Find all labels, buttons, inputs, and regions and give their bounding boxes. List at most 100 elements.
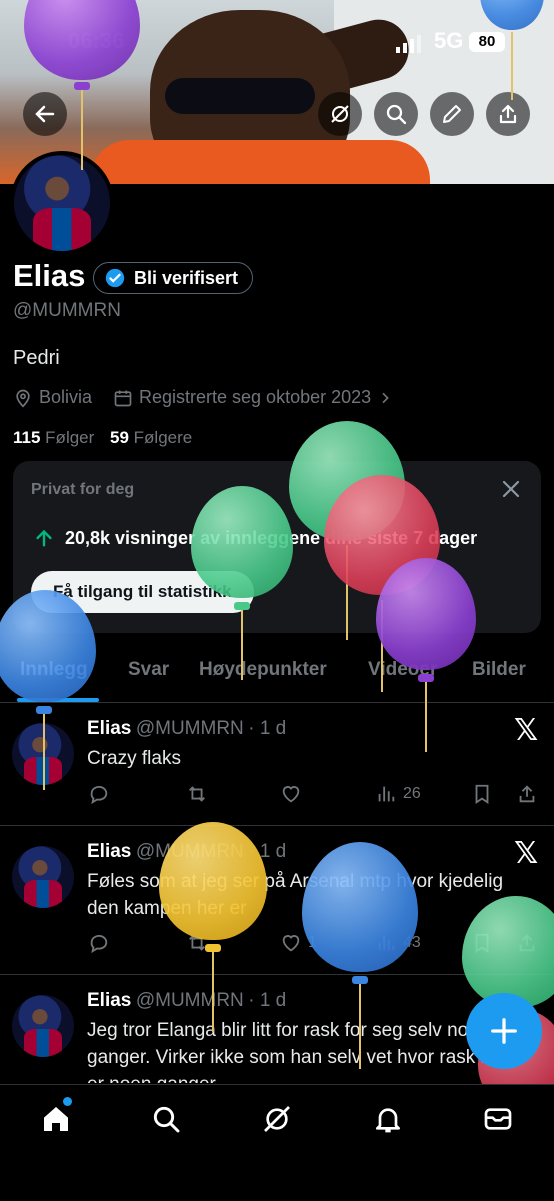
nav-home[interactable] xyxy=(40,1097,72,1135)
verify-button[interactable]: Bli verifisert xyxy=(93,262,254,294)
views-count: 26 xyxy=(403,785,421,802)
tab-highlights[interactable]: Høydepunkter xyxy=(199,659,327,681)
nav-grok[interactable] xyxy=(261,1103,293,1135)
reply-button[interactable] xyxy=(88,932,110,954)
search-icon xyxy=(153,1106,180,1133)
post-time: · 1 d xyxy=(248,718,287,739)
share-icon xyxy=(519,785,535,803)
statistics-button[interactable]: Få tilgang til statistikk xyxy=(31,571,254,613)
like-button[interactable] xyxy=(280,783,302,805)
reply-icon xyxy=(90,785,108,805)
nav-search[interactable] xyxy=(150,1103,182,1135)
profile-bio: Pedri xyxy=(13,347,60,369)
calendar-icon xyxy=(114,390,132,406)
bookmark-button[interactable] xyxy=(471,932,493,954)
share-icon xyxy=(519,934,535,952)
retweet-button[interactable] xyxy=(186,932,208,954)
profile-avatar[interactable] xyxy=(10,151,114,255)
location-text: Bolivia xyxy=(39,387,93,407)
close-icon xyxy=(502,480,520,498)
insights-card: Privat for deg 20,8k visninger av innleg… xyxy=(13,461,541,633)
nav-messages[interactable] xyxy=(482,1103,514,1135)
post-avatar[interactable] xyxy=(12,723,74,785)
retweet-icon xyxy=(189,935,205,951)
search-icon xyxy=(386,104,407,125)
verified-badge-icon xyxy=(105,268,125,288)
plus-icon xyxy=(491,1018,517,1044)
x-logo-icon: 𝕏 xyxy=(514,836,539,871)
close-button[interactable] xyxy=(499,477,523,506)
post-author: Elias xyxy=(87,990,132,1011)
post-time: · 1 d xyxy=(248,841,287,862)
grok-icon xyxy=(264,1106,290,1132)
profile-tabs: Innlegg Svar Høydepunkter Videoer Bilder xyxy=(0,655,554,701)
bell-icon xyxy=(376,1108,400,1133)
verify-label: Bli verifisert xyxy=(134,267,239,288)
like-count: 1 xyxy=(308,934,317,951)
followers-link[interactable]: 59 Følgere xyxy=(110,428,192,448)
grok-icon xyxy=(331,105,349,123)
bottom-tab-bar xyxy=(0,1084,554,1201)
compose-button[interactable] xyxy=(466,993,542,1069)
share-post-button[interactable] xyxy=(516,932,538,954)
nav-notifications[interactable] xyxy=(372,1103,404,1135)
post-handle: @MUMMRN xyxy=(135,718,244,739)
tab-photos[interactable]: Bilder xyxy=(472,659,526,681)
views-count: 43 xyxy=(403,934,421,951)
following-link[interactable]: 115 Følger xyxy=(13,428,94,448)
post-handle: @MUMMRN xyxy=(135,990,244,1011)
reply-button[interactable] xyxy=(88,783,110,805)
retweet-icon xyxy=(189,786,205,802)
post-item[interactable]: Elias @MUMMRN · 1 d 𝕏 Føles som at jeg s… xyxy=(0,826,554,973)
post-text: Føles som at jeg ser på Arsenal mtp hvor… xyxy=(87,871,504,919)
retweet-button[interactable] xyxy=(186,783,208,805)
location-pin-icon xyxy=(16,389,30,408)
followers-count: 59 xyxy=(110,428,129,447)
status-time: 06:36 xyxy=(68,28,125,53)
post-avatar[interactable] xyxy=(12,846,74,908)
share-button[interactable] xyxy=(486,92,530,136)
views-icon xyxy=(378,935,395,951)
post-text: Jeg tror Elanga blir litt for rask for s… xyxy=(87,1020,512,1083)
signal-icon xyxy=(396,35,422,58)
views-button[interactable]: 26 xyxy=(375,783,421,805)
views-button[interactable]: 43 xyxy=(375,932,421,954)
edit-button[interactable] xyxy=(430,92,474,136)
post-handle: @MUMMRN xyxy=(135,841,244,862)
tab-posts[interactable]: Innlegg xyxy=(20,659,88,681)
bookmark-icon xyxy=(475,933,489,953)
heart-icon xyxy=(282,786,300,803)
chevron-right-icon xyxy=(382,392,389,403)
location-row: Bolivia xyxy=(13,387,92,408)
notification-dot xyxy=(63,1097,72,1106)
network-label: 5G xyxy=(434,28,464,53)
post-header: Elias @MUMMRN · 1 d xyxy=(87,990,286,1012)
post-item[interactable]: Elias @MUMMRN · 1 d 𝕏 Crazy flaks 26 xyxy=(0,703,554,824)
search-button[interactable] xyxy=(374,92,418,136)
profile-name: Elias xyxy=(13,258,86,293)
x-logo-icon: 𝕏 xyxy=(514,713,539,748)
bookmark-icon xyxy=(475,784,489,804)
tab-replies[interactable]: Svar xyxy=(128,659,169,681)
post-text: Crazy flaks xyxy=(87,748,181,769)
tab-videos[interactable]: Videoer xyxy=(368,659,437,681)
arrow-left-icon xyxy=(35,105,55,123)
battery-indicator: 80 xyxy=(469,32,505,52)
post-time: · 1 d xyxy=(248,990,287,1011)
like-button[interactable]: 1 xyxy=(280,932,317,954)
pencil-icon xyxy=(443,105,461,123)
bookmark-button[interactable] xyxy=(471,783,493,805)
post-author: Elias xyxy=(87,718,132,739)
following-label: Følger xyxy=(45,428,95,447)
joined-text: Registrerte seg oktober 2023 xyxy=(139,387,372,407)
mail-icon xyxy=(484,1108,512,1130)
share-post-button[interactable] xyxy=(516,783,538,805)
insights-title: Privat for deg xyxy=(31,481,135,498)
post-avatar[interactable] xyxy=(12,995,74,1057)
grok-button[interactable] xyxy=(318,92,362,136)
home-icon xyxy=(44,1107,68,1131)
joined-row[interactable]: Registrerte seg oktober 2023 xyxy=(113,387,393,408)
back-button[interactable] xyxy=(23,92,67,136)
post-header: Elias @MUMMRN · 1 d xyxy=(87,718,286,740)
insights-stat: 20,8k visninger av innleggene dine siste… xyxy=(65,528,478,548)
